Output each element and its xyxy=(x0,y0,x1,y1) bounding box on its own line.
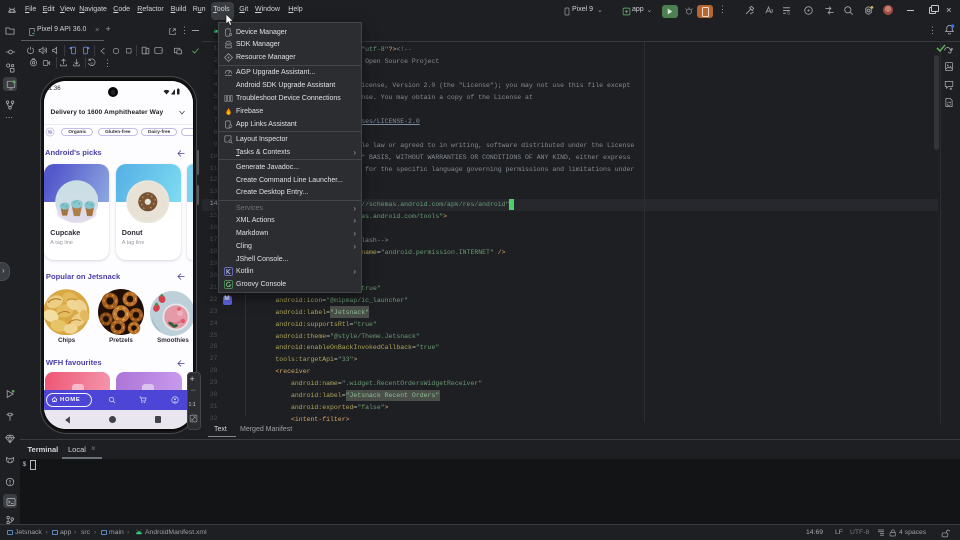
svg-text:9: 9 xyxy=(90,60,92,65)
svg-text:5: 5 xyxy=(787,11,790,16)
